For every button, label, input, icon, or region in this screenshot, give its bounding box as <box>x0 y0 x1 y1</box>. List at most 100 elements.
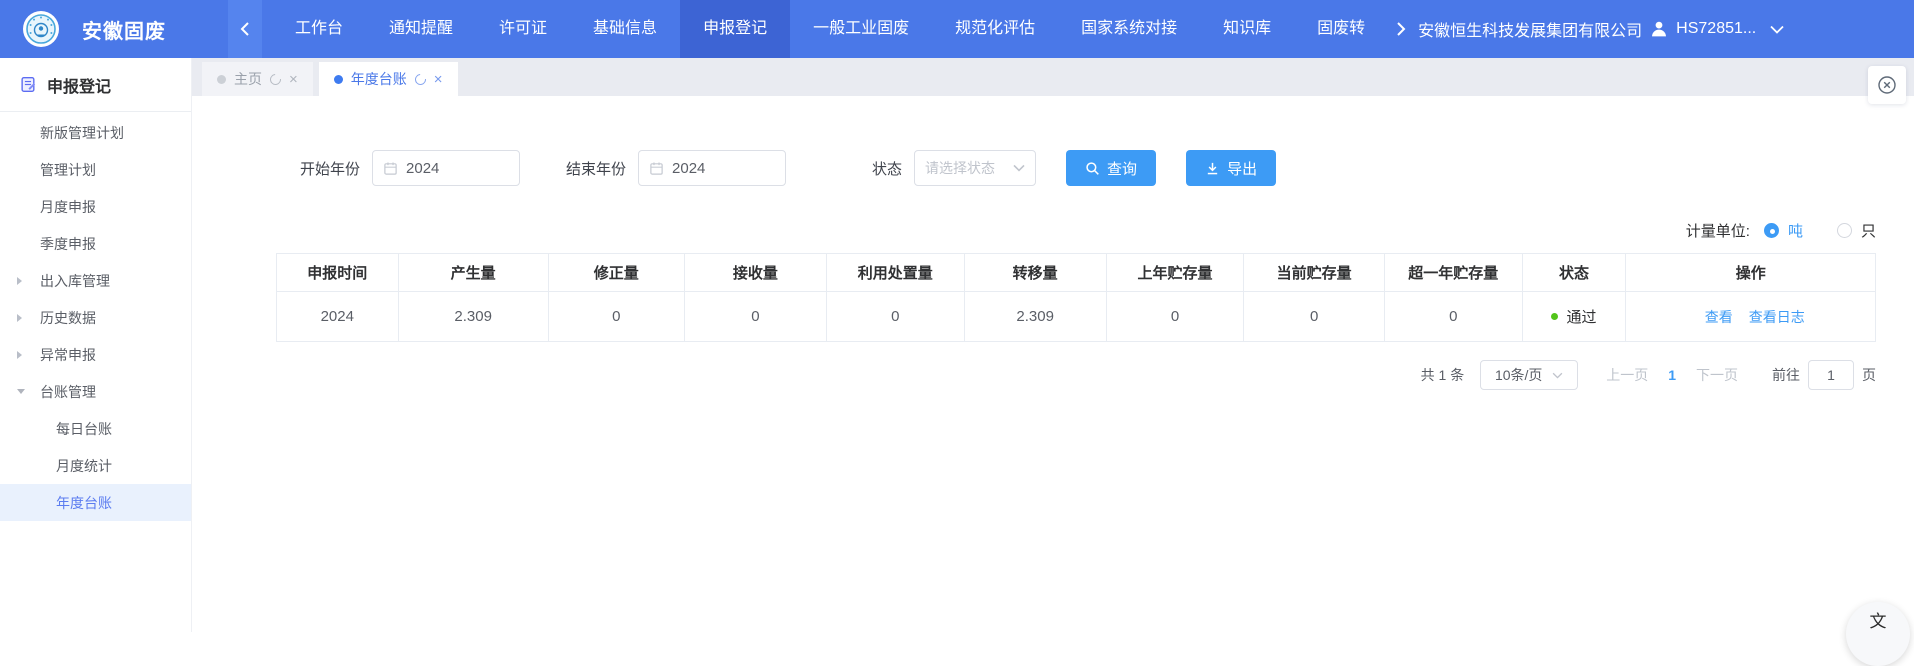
nav-item-2[interactable]: 许可证 <box>476 0 570 58</box>
action-link-0[interactable]: 查看 <box>1705 309 1733 325</box>
tab-label: 年度台账 <box>351 69 407 89</box>
nav-item-8[interactable]: 知识库 <box>1200 0 1294 58</box>
sidebar: 申报登记 新版管理计划管理计划月度申报季度申报出入库管理历史数据异常申报台账管理… <box>0 58 192 632</box>
tab-strip: 主页 × 年度台账 × <box>192 58 1914 96</box>
page-size-select[interactable]: 10条/页 <box>1480 360 1578 390</box>
sidebar-item-label: 台账管理 <box>40 382 96 402</box>
sidebar-item-8[interactable]: 每日台账 <box>0 410 191 447</box>
goto-page-input[interactable] <box>1808 360 1854 390</box>
nav-item-4[interactable]: 申报登记 <box>680 0 790 58</box>
col-header-5: 转移量 <box>964 254 1106 292</box>
cell-0: 2024 <box>277 292 399 342</box>
unit-radio-piece[interactable]: 只 <box>1837 220 1876 241</box>
sidebar-item-label: 季度申报 <box>40 234 96 254</box>
sidebar-item-2[interactable]: 月度申报 <box>0 188 191 225</box>
tab-1[interactable]: 年度台账 × <box>319 62 458 96</box>
nav-item-5[interactable]: 一般工业固废 <box>790 0 932 58</box>
sidebar-item-label: 历史数据 <box>40 308 96 328</box>
chevron-down-icon <box>1013 164 1025 172</box>
nav-item-9[interactable]: 固废转 <box>1294 0 1388 58</box>
tab-list: 主页 × 年度台账 × <box>192 62 464 96</box>
tab-close-icon[interactable]: × <box>434 72 443 87</box>
search-icon <box>1085 161 1100 176</box>
nav-item-3[interactable]: 基础信息 <box>570 0 680 58</box>
unit-radio-ton[interactable]: 吨 <box>1764 220 1803 241</box>
sidebar-item-7[interactable]: 台账管理 <box>0 373 191 410</box>
cell-3: 0 <box>684 292 826 342</box>
sidebar-item-label: 出入库管理 <box>40 271 110 291</box>
annual-ledger-table: 申报时间产生量修正量接收量利用处置量转移量上年贮存量当前贮存量超一年贮存量状态操… <box>276 253 1876 342</box>
prev-page-button[interactable]: 上一页 <box>1606 365 1648 385</box>
end-year-label: 结束年份 <box>566 158 626 179</box>
floating-widget-button[interactable]: 文 <box>1846 602 1910 666</box>
next-page-button[interactable]: 下一页 <box>1696 365 1738 385</box>
status-select[interactable]: 请选择状态 <box>914 150 1036 186</box>
user-menu-chevron-down-icon[interactable] <box>1770 25 1784 34</box>
calendar-icon <box>383 161 398 176</box>
sidebar-item-4[interactable]: 出入库管理 <box>0 262 191 299</box>
end-year-input[interactable]: 2024 <box>638 150 786 186</box>
export-button-label: 导出 <box>1227 158 1257 179</box>
app-title: 安徽固废 <box>82 15 166 44</box>
cell-5: 2.309 <box>964 292 1106 342</box>
col-header-9: 状态 <box>1522 254 1626 292</box>
nav-item-7[interactable]: 国家系统对接 <box>1058 0 1200 58</box>
nav-item-6[interactable]: 规范化评估 <box>932 0 1058 58</box>
sidebar-item-9[interactable]: 月度统计 <box>0 447 191 484</box>
search-button[interactable]: 查询 <box>1066 150 1156 186</box>
cell-status: 通过 <box>1522 292 1626 342</box>
app-logo-icon <box>22 10 60 48</box>
col-header-4: 利用处置量 <box>827 254 965 292</box>
nav-item-0[interactable]: 工作台 <box>272 0 366 58</box>
col-header-3: 接收量 <box>684 254 826 292</box>
caret-down-icon <box>17 389 25 394</box>
topbar: 安徽固废 工作台通知提醒许可证基础信息申报登记一般工业固废规范化评估国家系统对接… <box>0 0 1914 58</box>
page-content: 开始年份 2024 结束年份 2024 状态 请选择状态 <box>192 96 1914 390</box>
nav-overflow-icon[interactable] <box>1388 0 1414 58</box>
declaration-register-icon <box>20 76 37 93</box>
unit-label: 计量单位: <box>1686 220 1750 241</box>
sidebar-item-5[interactable]: 历史数据 <box>0 299 191 336</box>
top-nav: 工作台通知提醒许可证基础信息申报登记一般工业固废规范化评估国家系统对接知识库固废… <box>272 0 1388 58</box>
export-button[interactable]: 导出 <box>1186 150 1276 186</box>
table-header-row: 申报时间产生量修正量接收量利用处置量转移量上年贮存量当前贮存量超一年贮存量状态操… <box>277 254 1876 292</box>
tab-refresh-icon[interactable] <box>413 71 428 86</box>
calendar-icon <box>649 161 664 176</box>
tab-0[interactable]: 主页 × <box>202 62 313 96</box>
sidebar-item-3[interactable]: 季度申报 <box>0 225 191 262</box>
sidebar-item-label: 新版管理计划 <box>40 123 124 143</box>
sidebar-item-0[interactable]: 新版管理计划 <box>0 114 191 151</box>
sidebar-header: 申报登记 <box>0 58 191 112</box>
action-link-1[interactable]: 查看日志 <box>1749 309 1805 325</box>
radio-unselected-icon <box>1837 223 1852 238</box>
start-year-value: 2024 <box>406 160 439 177</box>
chevron-down-icon <box>1552 372 1563 379</box>
sidebar-collapse-button[interactable] <box>228 0 262 58</box>
filter-row: 开始年份 2024 结束年份 2024 状态 请选择状态 <box>300 150 1876 186</box>
sidebar-item-label: 异常申报 <box>40 345 96 365</box>
sidebar-item-6[interactable]: 异常申报 <box>0 336 191 373</box>
cell-8: 0 <box>1385 292 1523 342</box>
nav-item-1[interactable]: 通知提醒 <box>366 0 476 58</box>
start-year-input[interactable]: 2024 <box>372 150 520 186</box>
sidebar-item-label: 月度申报 <box>40 197 96 217</box>
tab-close-icon[interactable]: × <box>289 72 298 87</box>
unit-piece-label: 只 <box>1861 220 1876 241</box>
sidebar-item-10[interactable]: 年度台账 <box>0 484 191 521</box>
caret-right-icon <box>17 277 22 285</box>
table-row: 20242.3090002.309000通过查看查看日志 <box>277 292 1876 342</box>
end-year-value: 2024 <box>672 160 705 177</box>
sidebar-item-1[interactable]: 管理计划 <box>0 151 191 188</box>
search-button-label: 查询 <box>1107 158 1137 179</box>
cell-7: 0 <box>1244 292 1385 342</box>
unit-row: 计量单位: 吨 只 <box>276 220 1876 241</box>
caret-right-icon <box>17 351 22 359</box>
unit-radio-group: 吨 只 <box>1764 220 1876 241</box>
status-dot-icon <box>1551 313 1558 320</box>
close-all-tabs-button[interactable] <box>1868 66 1906 104</box>
user-id[interactable]: HS72851... <box>1676 20 1756 38</box>
pagination-total: 共 1 条 <box>1421 365 1465 385</box>
tab-refresh-icon[interactable] <box>268 71 283 86</box>
tab-label: 主页 <box>234 69 262 89</box>
current-page-button[interactable]: 1 <box>1668 367 1676 383</box>
